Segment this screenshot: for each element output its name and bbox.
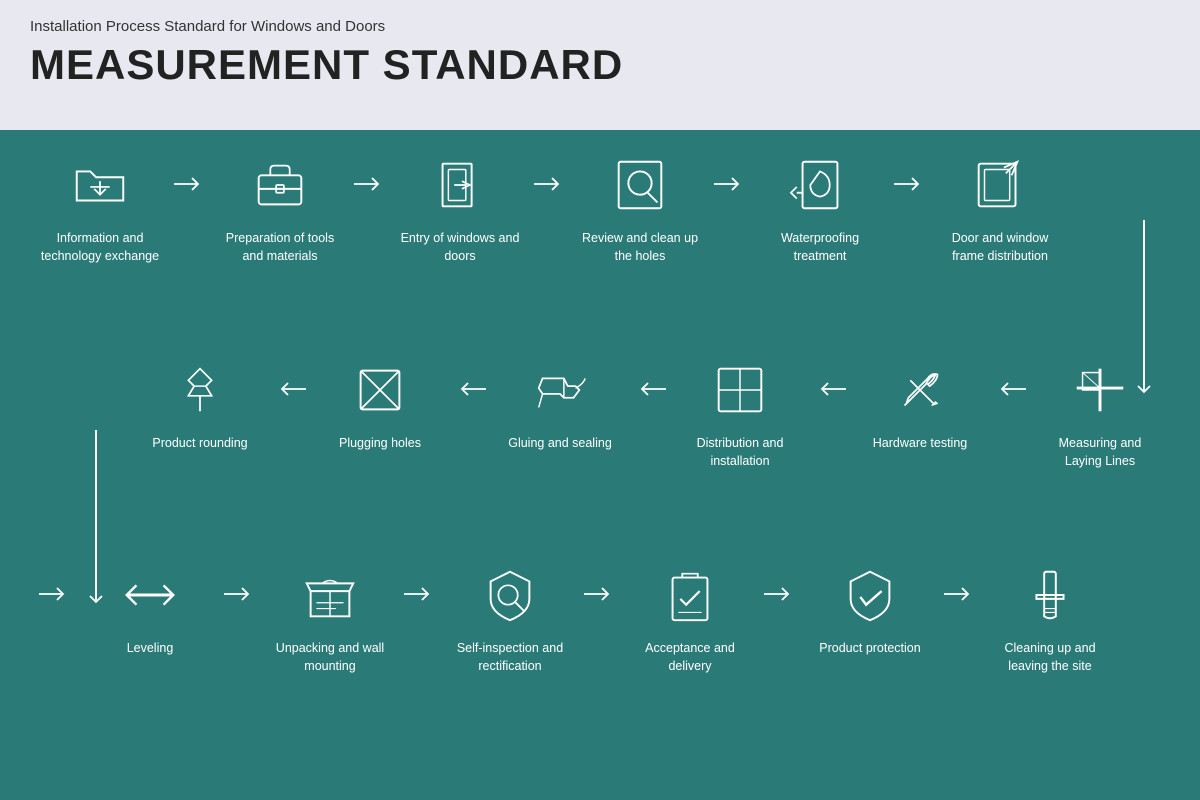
step-waterproofing: Waterproofing treatment xyxy=(750,150,890,265)
step-gluing: Gluing and sealing xyxy=(490,355,630,453)
arrow-into-row3 xyxy=(30,560,80,603)
step-unpacking-label: Unpacking and wall mounting xyxy=(270,640,390,675)
cleaning-icon xyxy=(1015,560,1085,630)
gluing-icon xyxy=(525,355,595,425)
review-holes-icon xyxy=(605,150,675,220)
step-leveling-label: Leveling xyxy=(127,640,174,658)
step-info-tech: Information and technology exchange xyxy=(30,150,170,265)
unpacking-icon xyxy=(295,560,365,630)
arrow-5-6 xyxy=(890,150,930,193)
step-prep-tools: Preparation of tools and materials xyxy=(210,150,350,265)
step-dist-install-label: Distribution and installation xyxy=(680,435,800,470)
row1: Information and technology exchange Prep… xyxy=(30,150,1170,265)
arrow-r2-2-1 xyxy=(810,355,850,398)
product-protect-icon xyxy=(835,560,905,630)
step-product-protect-label: Product protection xyxy=(819,640,920,658)
arrow-r2-4-3 xyxy=(450,355,490,398)
plugging-icon xyxy=(345,355,415,425)
product-round-icon xyxy=(165,355,235,425)
arrow-r2-3-2 xyxy=(630,355,670,398)
step-acceptance-label: Acceptance and delivery xyxy=(630,640,750,675)
step-gluing-label: Gluing and sealing xyxy=(508,435,612,453)
step-leveling: Leveling xyxy=(80,560,220,658)
arrow-3-4 xyxy=(530,150,570,193)
step-plugging-label: Plugging holes xyxy=(339,435,421,453)
info-tech-icon xyxy=(65,150,135,220)
row2: Product rounding Plugging holes xyxy=(30,355,1170,470)
frame-dist-icon xyxy=(965,150,1035,220)
step-review-holes-label: Review and clean up the holes xyxy=(580,230,700,265)
step-product-round: Product rounding xyxy=(130,355,270,453)
measuring-icon xyxy=(1065,355,1135,425)
step-measuring: Measuring and Laying Lines xyxy=(1030,355,1170,470)
step-measuring-label: Measuring and Laying Lines xyxy=(1040,435,1160,470)
step-cleaning: Cleaning up and leaving the site xyxy=(980,560,1120,675)
acceptance-icon xyxy=(655,560,725,630)
step-self-inspect-label: Self-inspection and rectification xyxy=(450,640,570,675)
step-self-inspect: Self-inspection and rectification xyxy=(440,560,580,675)
step-hardware-label: Hardware testing xyxy=(873,435,968,453)
arrow-r3-4-5 xyxy=(760,560,800,603)
arrow-r3-2-3 xyxy=(400,560,440,603)
arrow-1-2 xyxy=(170,150,210,193)
leveling-icon xyxy=(115,560,185,630)
step-waterproofing-label: Waterproofing treatment xyxy=(760,230,880,265)
step-hardware: Hardware testing xyxy=(850,355,990,453)
step-entry-windows: Entry of windows and doors xyxy=(390,150,530,265)
step-dist-install: Distribution and installation xyxy=(670,355,810,470)
step-cleaning-label: Cleaning up and leaving the site xyxy=(990,640,1110,675)
arrow-2-3 xyxy=(350,150,390,193)
step-plugging: Plugging holes xyxy=(310,355,450,453)
header: Installation Process Standard for Window… xyxy=(0,0,1200,130)
step-frame-dist-label: Door and window frame distribution xyxy=(940,230,1060,265)
arrow-r2-5-4 xyxy=(270,355,310,398)
prep-tools-icon xyxy=(245,150,315,220)
entry-windows-icon xyxy=(425,150,495,220)
header-subtitle: Installation Process Standard for Window… xyxy=(30,18,1170,35)
arrow-r2-1-0 xyxy=(990,355,1030,398)
arrow-r3-5-6 xyxy=(940,560,980,603)
step-product-round-label: Product rounding xyxy=(152,435,247,453)
arrow-r3-3-4 xyxy=(580,560,620,603)
step-prep-tools-label: Preparation of tools and materials xyxy=(220,230,340,265)
hardware-icon xyxy=(885,355,955,425)
step-frame-dist: Door and window frame distribution xyxy=(930,150,1070,265)
step-product-protect: Product protection xyxy=(800,560,940,658)
self-inspect-icon xyxy=(475,560,545,630)
main-content: Information and technology exchange Prep… xyxy=(0,130,1200,800)
step-acceptance: Acceptance and delivery xyxy=(620,560,760,675)
step-info-tech-label: Information and technology exchange xyxy=(40,230,160,265)
arrow-r3-1-2 xyxy=(220,560,260,603)
step-entry-windows-label: Entry of windows and doors xyxy=(400,230,520,265)
arrow-4-5 xyxy=(710,150,750,193)
dist-install-icon xyxy=(705,355,775,425)
header-title: MEASUREMENT STANDARD xyxy=(30,41,1170,89)
step-review-holes: Review and clean up the holes xyxy=(570,150,710,265)
waterproofing-icon xyxy=(785,150,855,220)
step-unpacking: Unpacking and wall mounting xyxy=(260,560,400,675)
row3: Leveling Unpacking and wall mounting xyxy=(30,560,1170,675)
